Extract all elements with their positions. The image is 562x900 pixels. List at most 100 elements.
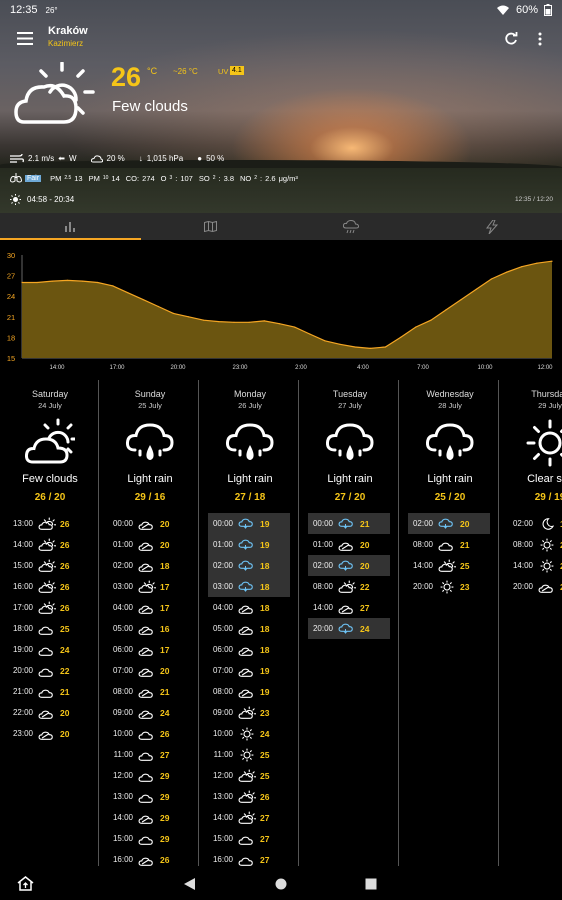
hourly-row[interactable]: 05:00 16 [108, 618, 190, 639]
lungs-icon [10, 173, 22, 183]
hourly-row[interactable]: 13:00 29 [108, 786, 190, 807]
tab-precipitation[interactable] [281, 213, 422, 240]
hourly-row[interactable]: 01:00 19 [208, 534, 290, 555]
hourly-row[interactable]: 21:00 21 [8, 681, 90, 702]
hourly-row[interactable]: 17:00 26 [8, 597, 90, 618]
hourly-row[interactable]: 14:0029 [508, 555, 562, 576]
hourly-row[interactable]: 05:00 18 [208, 618, 290, 639]
hourly-row[interactable]: 19:00 24 [8, 639, 90, 660]
hourly-row[interactable]: 14:0029 [108, 807, 190, 828]
hourly-row[interactable]: 10:00 26 [108, 723, 190, 744]
hourly-row[interactable]: 13:00 26 [208, 786, 290, 807]
hourly-row[interactable]: 04:00 17 [108, 597, 190, 618]
hourly-row[interactable]: 06:00 18 [208, 639, 290, 660]
hourly-row[interactable]: 06:00 17 [108, 639, 190, 660]
hour-temp: 29 [160, 791, 170, 802]
home-icon[interactable] [275, 878, 287, 890]
hour-time: 18:00 [12, 624, 33, 633]
hourly-row[interactable]: 02:00 20 [308, 555, 390, 576]
hourly-row[interactable]: 20:0023 [408, 576, 490, 597]
hourly-row[interactable]: 01:00 20 [108, 534, 190, 555]
partly-cloudy-icon [338, 579, 357, 594]
hour-temp: 27 [160, 749, 170, 760]
temperature-point [248, 321, 250, 323]
day-column-monday[interactable]: Monday 26 July Light rain 27 / 18 00:00 19 01:… [200, 380, 300, 870]
day-column-sunday[interactable]: Sunday 25 July Light rain 29 / 16 00:00 20 01:… [100, 380, 200, 870]
location-district[interactable]: Kazimierz [48, 39, 83, 48]
hour-temp: 19 [260, 518, 270, 529]
hourly-row[interactable]: 03:00 17 [108, 576, 190, 597]
hour-time: 16:00 [112, 855, 133, 864]
hourly-row[interactable]: 07:00 20 [108, 660, 190, 681]
hourly-row[interactable]: 07:00 19 [208, 660, 290, 681]
map-icon [204, 221, 218, 232]
back-icon[interactable] [184, 878, 196, 890]
hourly-row[interactable]: 18:00 25 [8, 618, 90, 639]
hourly-row[interactable]: 09:00 23 [208, 702, 290, 723]
day-condition: Few clouds [22, 473, 78, 485]
hour-time: 07:00 [112, 666, 133, 675]
hourly-row[interactable]: 12:00 25 [208, 765, 290, 786]
recents-icon[interactable] [365, 878, 377, 890]
hourly-row[interactable]: 14:00 25 [408, 555, 490, 576]
hourly-row[interactable]: 12:00 29 [108, 765, 190, 786]
hourly-row[interactable]: 13:00 26 [8, 513, 90, 534]
tab-chart[interactable] [0, 213, 141, 240]
hourly-row[interactable]: 11:00 25 [208, 744, 290, 765]
hourly-row[interactable]: 08:0023 [508, 534, 562, 555]
hourly-row[interactable]: 02:00 18 [208, 555, 290, 576]
hourly-row[interactable]: 20:00 22 [8, 660, 90, 681]
hour-time: 20:00 [412, 582, 433, 591]
tab-map[interactable] [141, 213, 282, 240]
hourly-row[interactable]: 22:00 20 [8, 702, 90, 723]
hourly-row[interactable]: 02:0019 [508, 513, 562, 534]
hourly-row[interactable]: 14:00 26 [8, 534, 90, 555]
more-options-icon[interactable] [537, 32, 543, 46]
hourly-row[interactable]: 14:00 27 [308, 597, 390, 618]
hourly-row[interactable]: 16:00 26 [108, 849, 190, 870]
update-time: 12:35 / 12:20 [515, 196, 553, 203]
hourly-row[interactable]: 08:00 22 [308, 576, 390, 597]
hourly-row[interactable]: 04:00 18 [208, 597, 290, 618]
hourly-row[interactable]: 15:00 29 [108, 828, 190, 849]
hourly-row[interactable]: 00:00 21 [308, 513, 390, 534]
cloud-icon [138, 832, 156, 846]
hourly-row[interactable]: 08:00 21 [108, 681, 190, 702]
aq-unit: μg/m³ [278, 173, 298, 183]
hourly-row[interactable]: 09:00 24 [108, 702, 190, 723]
hourly-row[interactable]: 02:00 20 [408, 513, 490, 534]
hourly-row[interactable]: 20:00 24 [308, 618, 390, 639]
location-city[interactable]: Kraków [48, 25, 88, 37]
hourly-row[interactable]: 08:00 21 [408, 534, 490, 555]
day-temps: 27 / 20 [334, 492, 366, 503]
day-column-saturday[interactable]: Saturday 24 July Few clouds 26 / 20 13:00 26 1… [0, 380, 100, 870]
day-condition: Light rain [427, 473, 473, 485]
hourly-row[interactable]: 08:00 19 [208, 681, 290, 702]
hourly-row[interactable]: 14:00 27 [208, 807, 290, 828]
menu-icon[interactable] [17, 32, 33, 45]
hourly-row[interactable]: 03:00 18 [208, 576, 290, 597]
day-date: 25 July [138, 401, 162, 410]
hourly-row[interactable]: 11:00 27 [108, 744, 190, 765]
hourly-row[interactable]: 20:0023 [508, 576, 562, 597]
hourly-row[interactable]: 01:00 20 [308, 534, 390, 555]
hourly-row[interactable]: 10:00 24 [208, 723, 290, 744]
hourly-row[interactable]: 15:00 27 [208, 828, 290, 849]
hourly-row[interactable]: 00:00 19 [208, 513, 290, 534]
refresh-icon[interactable] [504, 32, 518, 46]
day-column-tuesday[interactable]: Tuesday 27 July Light rain 27 / 20 00:00 21 01… [300, 380, 400, 870]
day-column-thursday[interactable]: Thursday29 JulyClear sky29 / 1902:001908… [500, 380, 562, 870]
hour-temp: 26 [160, 854, 170, 865]
hourly-row[interactable]: 16:00 27 [208, 849, 290, 870]
temperature-point [218, 321, 220, 323]
day-column-wednesday[interactable]: Wednesday 28 July Light rain 25 / 20 02:00 20… [400, 380, 500, 870]
hourly-row[interactable]: 16:00 26 [8, 576, 90, 597]
so2-colon: : [218, 173, 221, 183]
hourly-row[interactable]: 02:00 18 [108, 555, 190, 576]
cloud-icon [38, 685, 56, 699]
home-update-icon[interactable] [17, 876, 34, 891]
hourly-row[interactable]: 15:00 26 [8, 555, 90, 576]
tab-storm[interactable] [422, 213, 562, 240]
hourly-row[interactable]: 00:00 20 [108, 513, 190, 534]
hourly-row[interactable]: 23:00 20 [8, 723, 90, 744]
